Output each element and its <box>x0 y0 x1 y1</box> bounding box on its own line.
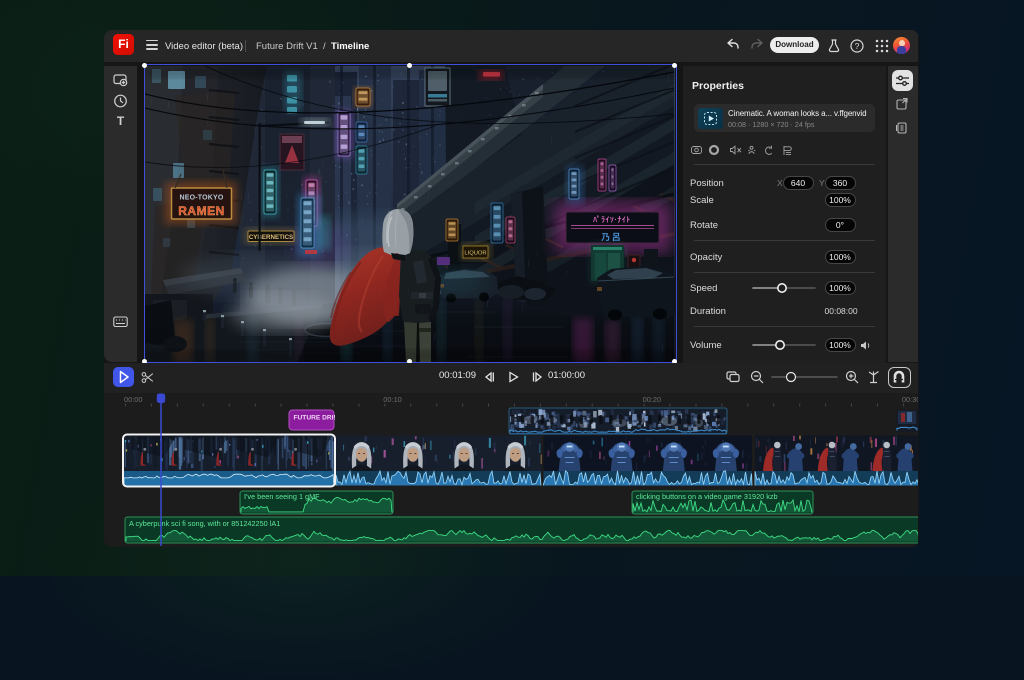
svg-text:I've been seeing 1 gMF: I've been seeing 1 gMF <box>244 492 320 501</box>
svg-text:T: T <box>117 114 125 128</box>
svg-text:00:10: 00:10 <box>383 395 402 404</box>
svg-text:FUTURE DRI!: FUTURE DRI! <box>294 415 336 422</box>
svg-text:A cyberpunk sci fi song, with: A cyberpunk sci fi song, with or 8512422… <box>129 519 280 528</box>
svg-text:00:20: 00:20 <box>643 395 662 404</box>
svg-text:?: ? <box>855 41 860 51</box>
svg-text:clicking buttons on a video ga: clicking buttons on a video game 31920 k… <box>636 492 778 501</box>
svg-text:00:30: 00:30 <box>902 395 918 404</box>
svg-text:00:00: 00:00 <box>124 395 143 404</box>
